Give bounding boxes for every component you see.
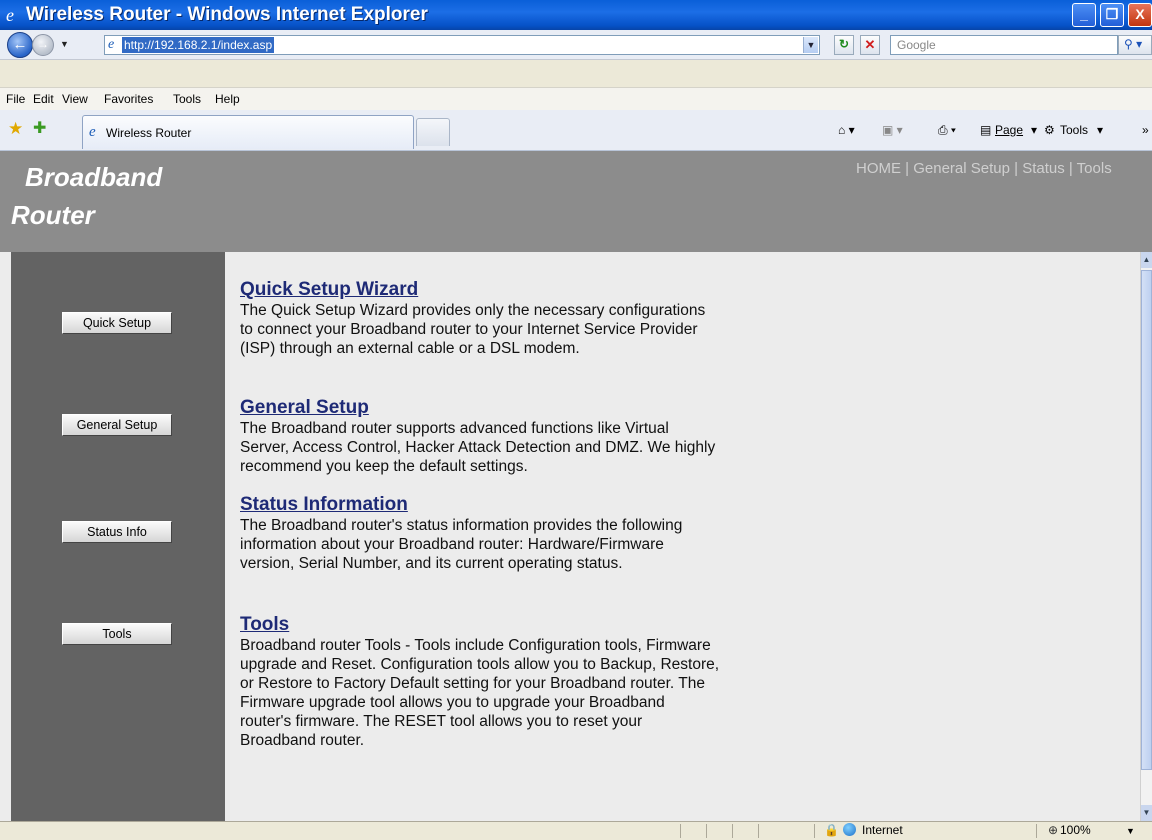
status-information-link[interactable]: Status Information bbox=[240, 494, 408, 516]
menu-edit[interactable]: Edit bbox=[33, 91, 54, 107]
refresh-button[interactable]: ↻ bbox=[834, 35, 854, 55]
scroll-down-arrow-icon[interactable]: ▼ bbox=[1141, 805, 1152, 821]
menu-favorites[interactable]: Favorites bbox=[104, 91, 153, 107]
zoom-level[interactable]: 100% bbox=[1060, 823, 1091, 838]
tools-gear-icon: ⚙ bbox=[1044, 123, 1055, 137]
address-input[interactable]: e http://192.168.2.1/index.asp ▼ bbox=[104, 35, 820, 55]
window-title: Wireless Router - Windows Internet Explo… bbox=[26, 4, 428, 25]
status-info-button[interactable]: Status Info bbox=[62, 521, 172, 543]
top-nav-links[interactable]: HOME | General Setup | Status | Tools bbox=[856, 159, 1112, 179]
menu-file[interactable]: File bbox=[6, 91, 25, 107]
quick-setup-button[interactable]: Quick Setup bbox=[62, 312, 172, 334]
web-page: Broadband Router HOME | General Setup | … bbox=[0, 151, 1152, 821]
tab-wireless-router[interactable]: e Wireless Router bbox=[82, 115, 414, 149]
menu-view[interactable]: View bbox=[62, 91, 88, 107]
stop-button[interactable]: ✕ bbox=[860, 35, 880, 55]
add-favorites-icon[interactable]: ✚ bbox=[33, 120, 46, 138]
menu-bar: File Edit View Favorites Tools Help bbox=[0, 87, 1152, 111]
status-information-description: The Broadband router's status informatio… bbox=[240, 517, 683, 572]
page-menu[interactable]: Page bbox=[995, 122, 1023, 138]
tools-link[interactable]: Tools bbox=[240, 614, 289, 636]
back-button[interactable]: ← bbox=[7, 32, 33, 58]
scroll-up-arrow-icon[interactable]: ▲ bbox=[1141, 252, 1152, 268]
new-tab-button[interactable] bbox=[416, 118, 450, 146]
status-divider bbox=[706, 824, 707, 838]
page-icon: e bbox=[108, 37, 115, 52]
address-dropdown-icon[interactable]: ▼ bbox=[803, 37, 818, 53]
page-menu-icon: ▤ bbox=[980, 123, 992, 137]
globe-icon bbox=[843, 823, 856, 836]
address-url[interactable]: http://192.168.2.1/index.asp bbox=[122, 37, 275, 53]
minimize-button[interactable]: _ bbox=[1072, 3, 1096, 27]
close-button[interactable]: X bbox=[1128, 3, 1152, 27]
quick-setup-description: The Quick Setup Wizard provides only the… bbox=[240, 302, 706, 357]
zoom-dropdown-icon[interactable]: ▼ bbox=[1126, 824, 1135, 838]
status-divider bbox=[680, 824, 681, 838]
search-input[interactable]: Google bbox=[890, 35, 1118, 55]
router-header: Broadband Router HOME | General Setup | … bbox=[0, 151, 1152, 252]
maximize-button[interactable]: ❐ bbox=[1100, 3, 1124, 27]
print-icon[interactable]: ⎙ ▾ bbox=[938, 122, 956, 138]
quick-setup-wizard-link[interactable]: Quick Setup Wizard bbox=[240, 279, 418, 301]
page-menu-dropdown-icon[interactable]: ▾ bbox=[1031, 122, 1037, 138]
status-bar: 🔒 Internet ⊕ 100% ▼ bbox=[0, 821, 1152, 840]
protected-mode-icon[interactable]: 🔒 bbox=[824, 823, 839, 837]
feeds-icon[interactable]: ▣ ▾ bbox=[882, 122, 903, 138]
tools-button[interactable]: Tools bbox=[62, 623, 172, 645]
chevron-more-icon[interactable]: » bbox=[1142, 122, 1149, 138]
brand-line-2: Router bbox=[11, 200, 95, 230]
status-divider bbox=[732, 824, 733, 838]
main-content: Quick Setup Wizard The Quick Setup Wizar… bbox=[225, 252, 1140, 821]
status-divider bbox=[814, 824, 815, 838]
status-divider bbox=[1036, 824, 1037, 838]
brand-line-1: Broadband bbox=[25, 162, 163, 192]
zoom-icon: ⊕ bbox=[1048, 823, 1059, 837]
security-zone[interactable]: Internet bbox=[862, 823, 903, 838]
tools-menu-dropdown-icon[interactable]: ▾ bbox=[1097, 122, 1103, 138]
forward-button[interactable]: → bbox=[32, 34, 54, 56]
menu-tools[interactable]: Tools bbox=[173, 91, 201, 107]
status-divider bbox=[758, 824, 759, 838]
menu-help[interactable]: Help bbox=[215, 91, 240, 107]
tab-ie-icon: e bbox=[89, 124, 96, 140]
favorites-star-icon[interactable]: ★ bbox=[8, 120, 23, 138]
window-title-bar[interactable]: e Wireless Router - Windows Internet Exp… bbox=[0, 0, 1152, 30]
search-icon[interactable]: ⚲ ▾ bbox=[1118, 35, 1152, 55]
ie-logo-icon: e bbox=[6, 5, 14, 25]
vertical-scrollbar[interactable]: ▲ ▼ bbox=[1140, 252, 1152, 821]
home-icon[interactable]: ⌂ ▾ bbox=[838, 122, 855, 138]
general-setup-description: The Broadband router supports advanced f… bbox=[240, 420, 716, 475]
general-setup-button[interactable]: General Setup bbox=[62, 414, 172, 436]
general-setup-link[interactable]: General Setup bbox=[240, 397, 369, 419]
tab-bar: ★ ✚ e Wireless Router ⌂ ▾ ▣ ▾ ⎙ ▾ ▤ Page… bbox=[0, 110, 1152, 151]
sidebar: Quick Setup General Setup Status Info To… bbox=[11, 252, 225, 821]
tab-label: Wireless Router bbox=[106, 126, 192, 140]
history-dropdown-icon[interactable]: ▼ bbox=[60, 39, 69, 49]
tools-description: Broadband router Tools - Tools include C… bbox=[240, 637, 720, 749]
tools-menu[interactable]: Tools bbox=[1060, 122, 1088, 138]
scroll-thumb[interactable] bbox=[1141, 270, 1152, 770]
address-toolbar: ← → ▼ e http://192.168.2.1/index.asp ▼ ↻… bbox=[0, 30, 1152, 60]
